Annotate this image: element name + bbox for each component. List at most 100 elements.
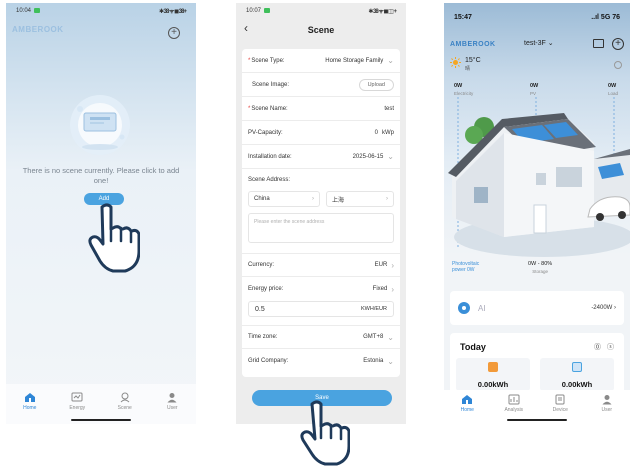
field-value: EUR ›	[374, 260, 394, 270]
chevron-right-icon: ›	[386, 196, 388, 202]
stat-value: 0.00kWh	[561, 380, 593, 389]
chevron-right-icon: ›	[312, 196, 314, 202]
app-screenshots-stage: 10:04 ✱ 38 ᯤ ◼ 38+ AMBEROOK + There is n…	[0, 0, 632, 467]
battery-status: 0W - 80% Storage	[528, 261, 553, 274]
gear-icon	[458, 302, 470, 314]
solar-generation-icon	[488, 362, 498, 372]
grid-flow: 0W Electricity	[454, 83, 474, 96]
status-bar: 10:07 ✱ 38 ᯤ ◼ ◫ +	[236, 3, 406, 19]
tab-label: Home	[460, 407, 474, 413]
tab-label: User	[601, 407, 613, 413]
field-value: 2025-06-15 ⌄	[352, 152, 394, 161]
field-label: Currency:	[248, 262, 275, 268]
consumption-icon	[572, 362, 582, 372]
load-flow: 0W Load	[608, 83, 619, 96]
price-value: 0.5	[255, 305, 265, 313]
temperature: 15°C	[465, 57, 481, 64]
tab-user[interactable]: User	[154, 392, 190, 411]
time-zone-field[interactable]: Time zone: GMT+8 ⌄	[242, 325, 400, 349]
refresh-icon[interactable]	[614, 61, 622, 69]
field-label: Energy price:	[248, 286, 284, 292]
field-value: Estonia ⌄	[363, 356, 394, 366]
field-label: PV-Capacity:	[248, 129, 283, 136]
city-value: 上海	[332, 197, 345, 204]
brand-logo: AMBEROOK	[450, 41, 496, 48]
home-indicator	[507, 419, 567, 421]
ai-value: -2400W ›	[591, 305, 616, 311]
field-value: GMT+8 ⌄	[363, 332, 394, 342]
field-value: 0 kWp	[374, 129, 394, 136]
chevron-down-icon: ⌄	[387, 56, 394, 65]
field-label: *Scene Name:	[248, 105, 288, 112]
chevron-right-icon: ›	[391, 260, 394, 270]
tab-device[interactable]: Device	[542, 394, 578, 413]
scene-address-label: Scene Address:	[248, 177, 291, 183]
field-label: Installation date:	[248, 153, 292, 160]
grid-company-field[interactable]: Grid Company: Estonia ⌄	[242, 349, 400, 373]
scene-form: *Scene Type: Home Storage Family ⌄ Scene …	[242, 49, 400, 377]
chevron-down-icon: ⌄	[387, 152, 394, 161]
address-detail-input[interactable]: Please enter the scene address	[248, 213, 394, 243]
country-select[interactable]: China ›	[248, 191, 320, 207]
currency-field[interactable]: Currency: EUR ›	[242, 253, 400, 277]
status-time: 10:04	[16, 7, 41, 14]
tab-energy[interactable]: Energy	[59, 392, 95, 411]
home-icon	[24, 393, 35, 402]
price-unit: KWH/EUR	[361, 306, 387, 312]
tab-label: Energy	[69, 405, 86, 411]
tab-home[interactable]: Home	[449, 394, 485, 413]
status-time: 15:47	[454, 13, 472, 21]
add-scene-icon[interactable]: +	[168, 27, 180, 39]
chevron-down-icon: ⌄	[387, 356, 394, 366]
site-select[interactable]: test-3F ⌄	[524, 39, 554, 47]
today-title: Today	[460, 342, 486, 352]
call-indicator	[264, 7, 271, 13]
tab-home[interactable]: Home	[12, 392, 48, 411]
field-value: Home Storage Family ⌄	[325, 56, 394, 65]
status-bar: 10:04 ✱ 38 ᯤ ◼ 38+	[6, 3, 196, 19]
status-icons: ✱ 38 ᯤ ◼ 38+	[158, 9, 187, 15]
energy-price-input[interactable]: 0.5 KWH/EUR	[248, 301, 394, 317]
weather-condition: 晴	[465, 66, 471, 72]
pv-capacity-field[interactable]: PV-Capacity: 0 kWp	[242, 121, 400, 145]
user-icon	[602, 395, 612, 405]
status-icons: ✱ 38 ᯤ ◼ ◫ +	[368, 9, 397, 15]
tab-label: Home	[23, 405, 37, 411]
tab-label: User	[166, 405, 178, 411]
upload-button[interactable]: Upload	[358, 78, 394, 91]
field-label: Time zone:	[248, 334, 278, 340]
pv-power-label: Photovoltaic power 0W	[452, 261, 480, 273]
tab-label: Device	[552, 407, 568, 413]
installation-date-field[interactable]: Installation date: 2025-06-15 ⌄	[242, 145, 400, 169]
call-indicator	[34, 7, 41, 13]
tab-scene[interactable]: Scene	[107, 392, 143, 411]
tab-analysis[interactable]: Analysis	[496, 394, 532, 413]
ai-card[interactable]: AI -2400W ›	[450, 291, 624, 325]
scene-type-field[interactable]: *Scene Type: Home Storage Family ⌄	[242, 49, 400, 73]
chevron-down-icon: ⌄	[387, 332, 394, 342]
message-icon[interactable]	[593, 39, 604, 48]
home-icon	[462, 395, 473, 404]
add-icon[interactable]: +	[612, 38, 624, 50]
home-indicator	[71, 419, 131, 421]
bottom-tab-bar: Home Energy Scene User	[6, 384, 196, 424]
today-card: Today ⓪ ⓢ 0.00kWh 0.00kWh	[450, 333, 624, 391]
tab-user[interactable]: User	[589, 394, 625, 413]
weather-widget: 15°C 晴	[450, 57, 481, 72]
tab-label: Scene	[117, 405, 132, 411]
phone-home-dashboard: 15:47 ..ıl 5G 76 AMBEROOK test-3F ⌄ + 15…	[444, 3, 630, 424]
brand-logo: AMBEROOK	[12, 25, 64, 34]
today-consumption-stat: 0.00kWh	[540, 358, 614, 391]
country-value: China	[254, 196, 270, 202]
tap-hand-icon	[300, 400, 350, 466]
chevron-down-icon: ⌄	[547, 40, 554, 47]
ai-label: AI	[478, 303, 486, 313]
today-action-icons[interactable]: ⓪ ⓢ	[594, 342, 616, 352]
page-title: Scene	[307, 25, 335, 35]
status-bar: 15:47 ..ıl 5G 76	[444, 9, 630, 25]
field-value: Fixed ›	[372, 284, 394, 294]
scene-name-field[interactable]: *Scene Name: test	[242, 97, 400, 121]
city-select[interactable]: 上海 ›	[326, 191, 394, 207]
energy-price-field[interactable]: Energy price: Fixed ›	[242, 277, 400, 301]
today-generation-stat: 0.00kWh	[456, 358, 530, 391]
